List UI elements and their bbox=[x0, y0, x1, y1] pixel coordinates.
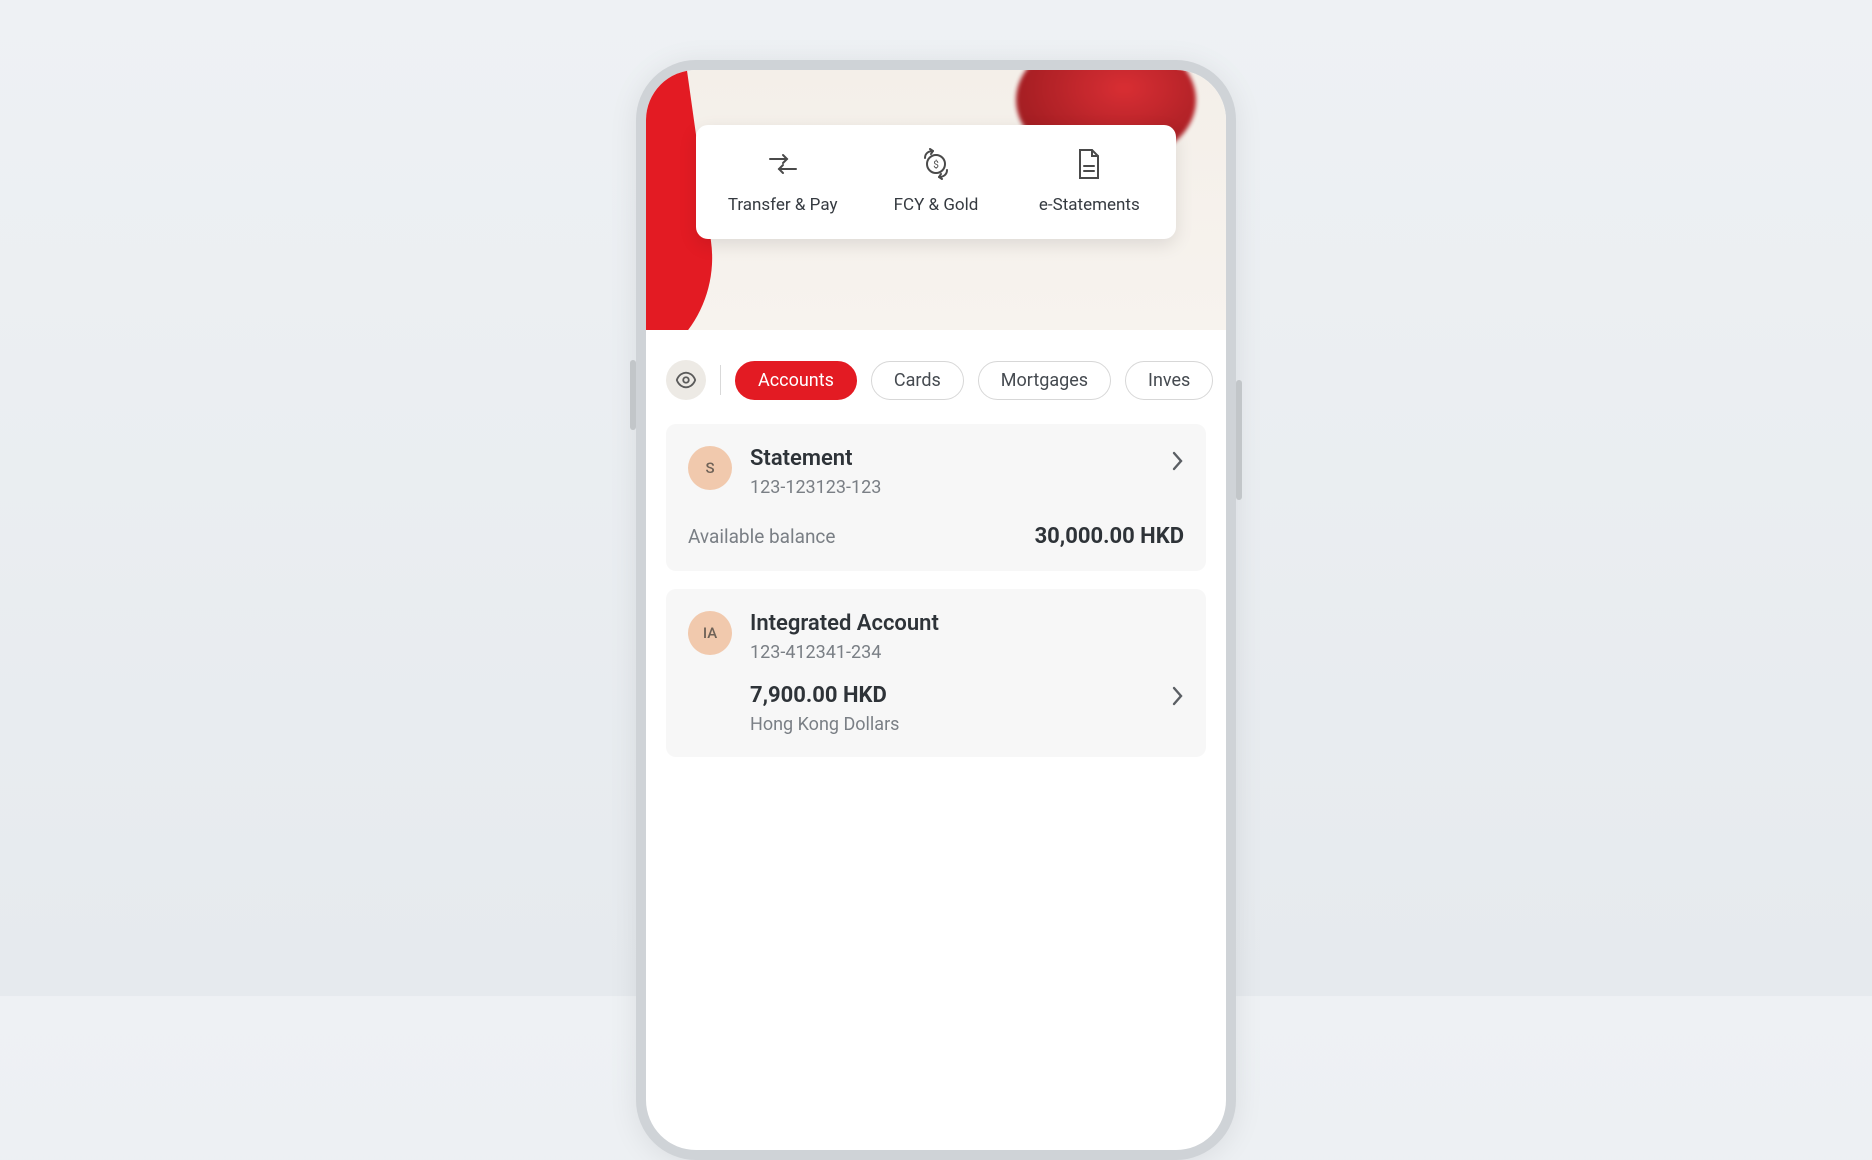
divider bbox=[720, 365, 721, 395]
chevron-right-icon bbox=[1170, 685, 1184, 707]
account-title: Statement bbox=[750, 446, 881, 471]
quick-action-estatements[interactable]: e-Statements bbox=[1013, 147, 1166, 215]
card-text: Statement 123-123123-123 bbox=[750, 446, 881, 498]
quick-actions-card: Transfer & Pay $ FCY & Gold bbox=[696, 125, 1176, 239]
eye-icon bbox=[675, 369, 697, 391]
avatar: S bbox=[688, 446, 732, 490]
product-tabs: Accounts Cards Mortgages Inves bbox=[646, 360, 1226, 400]
phone-frame: Transfer & Pay $ FCY & Gold bbox=[636, 60, 1236, 1160]
phone-screen: Transfer & Pay $ FCY & Gold bbox=[646, 70, 1226, 1150]
fcy-gold-icon: $ bbox=[919, 147, 953, 181]
hero-banner: Transfer & Pay $ FCY & Gold bbox=[646, 70, 1226, 330]
tab-cards[interactable]: Cards bbox=[871, 361, 964, 400]
account-number: 123-123123-123 bbox=[750, 477, 881, 498]
accounts-list: S Statement 123-123123-123 Available bal… bbox=[646, 400, 1226, 757]
balance-row: Available balance 30,000.00 HKD bbox=[688, 524, 1184, 549]
quick-action-transfer-pay[interactable]: Transfer & Pay bbox=[706, 147, 859, 215]
account-title: Integrated Account bbox=[750, 611, 939, 636]
avatar: IA bbox=[688, 611, 732, 655]
account-card-statement[interactable]: S Statement 123-123123-123 Available bal… bbox=[666, 424, 1206, 571]
transfer-icon bbox=[766, 147, 800, 181]
visibility-toggle[interactable] bbox=[666, 360, 706, 400]
svg-text:$: $ bbox=[933, 158, 939, 171]
currency-description: Hong Kong Dollars bbox=[750, 714, 1184, 735]
balance-label: Available balance bbox=[688, 525, 835, 548]
tab-accounts[interactable]: Accounts bbox=[735, 361, 857, 400]
tab-mortgages[interactable]: Mortgages bbox=[978, 361, 1111, 400]
balance-value: 30,000.00 HKD bbox=[1035, 524, 1184, 549]
amount-row: 7,900.00 HKD bbox=[750, 683, 1184, 708]
document-icon bbox=[1072, 147, 1106, 181]
tab-investments[interactable]: Inves bbox=[1125, 361, 1213, 400]
card-text: Integrated Account 123-412341-234 bbox=[750, 611, 939, 663]
chevron-right-icon bbox=[1170, 450, 1184, 472]
quick-action-fcy-gold[interactable]: $ FCY & Gold bbox=[859, 147, 1012, 215]
quick-action-label: e-Statements bbox=[1039, 195, 1140, 215]
account-number: 123-412341-234 bbox=[750, 642, 939, 663]
amount-value: 7,900.00 HKD bbox=[750, 683, 887, 708]
quick-action-label: FCY & Gold bbox=[894, 195, 979, 215]
account-card-integrated[interactable]: IA Integrated Account 123-412341-234 7,9… bbox=[666, 589, 1206, 757]
quick-action-label: Transfer & Pay bbox=[728, 195, 838, 215]
card-header: IA Integrated Account 123-412341-234 bbox=[688, 611, 1184, 663]
card-header: S Statement 123-123123-123 bbox=[688, 446, 1184, 498]
